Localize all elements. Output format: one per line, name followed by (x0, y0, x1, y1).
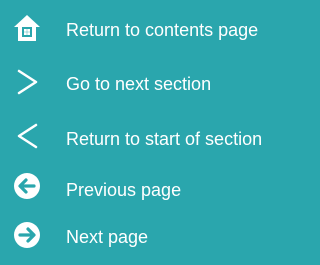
previous-page-link[interactable]: Previous page (0, 171, 300, 211)
arrow-right-circle-icon (12, 220, 42, 250)
chevron-right-icon (12, 67, 42, 97)
arrow-left-circle-icon (12, 171, 42, 201)
chevron-left-icon (12, 121, 42, 151)
start-of-section-label: Return to start of section (66, 129, 263, 149)
home-icon (12, 13, 42, 43)
next-page-label: Next page (66, 227, 149, 247)
return-to-contents-link[interactable]: Return to contents page (0, 13, 300, 53)
next-page-link[interactable]: Next page (0, 220, 300, 260)
start-of-section-link[interactable]: Return to start of section (0, 121, 300, 161)
navigation-menu: Return to contents page Go to next secti… (0, 0, 300, 265)
next-section-link[interactable]: Go to next section (0, 67, 300, 107)
return-to-contents-label: Return to contents page (66, 20, 259, 40)
previous-page-label: Previous page (66, 180, 182, 200)
next-section-label: Go to next section (66, 74, 212, 94)
